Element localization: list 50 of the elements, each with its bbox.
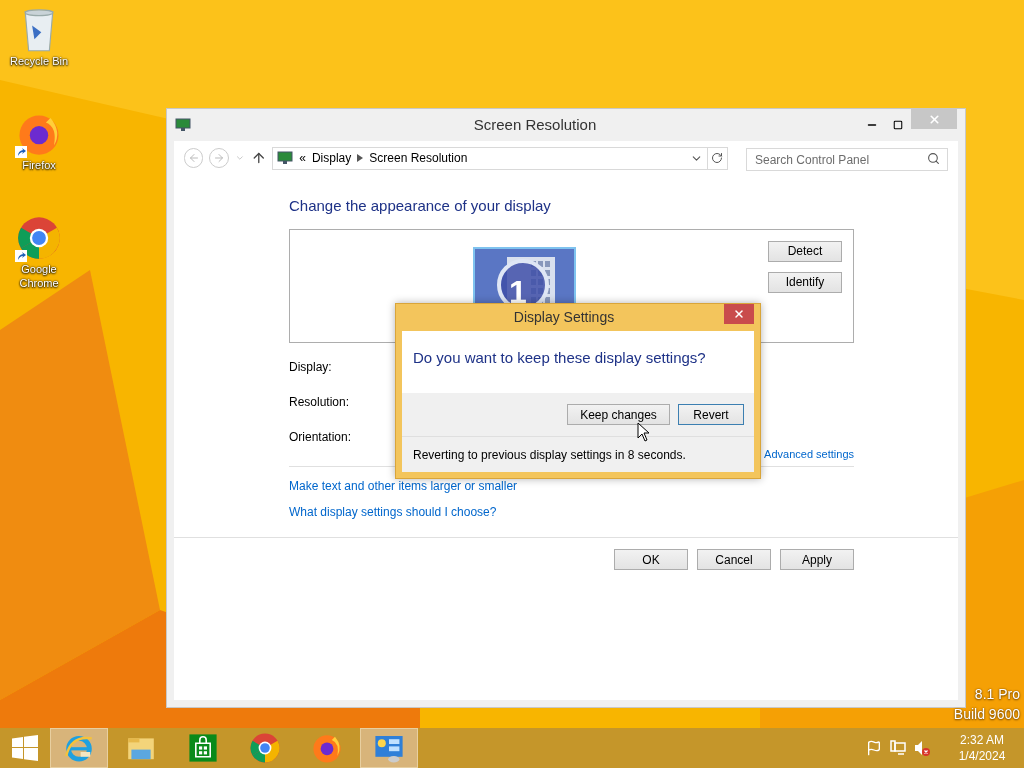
page-heading: Change the appearance of your display <box>289 196 552 216</box>
network-icon[interactable] <box>890 740 906 756</box>
mouse-cursor-icon <box>637 422 650 442</box>
taskbar-app-button[interactable] <box>360 728 418 768</box>
forward-arrow-icon <box>213 152 226 164</box>
windows-logo-icon <box>12 735 38 761</box>
monitor-app-icon <box>277 151 294 165</box>
footer-button[interactable]: Cancel <box>697 549 771 570</box>
dialog-title: Display Settings <box>513 308 615 327</box>
maximize-icon <box>893 120 903 130</box>
breadcrumb-item[interactable]: « <box>299 149 306 167</box>
refresh-icon <box>711 152 724 164</box>
search-field[interactable]: Search Control Panel <box>746 148 948 171</box>
history-dropdown-icon[interactable] <box>234 153 245 163</box>
refresh-button[interactable] <box>706 146 729 170</box>
advanced-settings-link[interactable]: Advanced settings <box>764 445 854 462</box>
taskbar-app-button[interactable] <box>50 728 108 768</box>
address-bar[interactable]: « Display Screen Resolution <box>272 146 708 170</box>
chrome-icon <box>249 732 281 764</box>
search-icon <box>927 151 940 165</box>
os-edition-text: Build 9600 <box>953 705 1020 724</box>
detect-button[interactable]: Detect <box>768 240 842 262</box>
countdown-text: Reverting to previous display settings in 8 seconds. <box>413 446 686 464</box>
window-title: Screen Resolution <box>472 114 598 135</box>
chrome-icon <box>16 215 62 261</box>
detect-button[interactable]: Identify <box>768 271 842 293</box>
breadcrumb-item[interactable]: Display <box>311 149 352 167</box>
back-arrow-icon <box>187 152 200 164</box>
close-icon <box>927 112 941 126</box>
dialog-question: Do you want to keep these display settings? <box>413 349 706 366</box>
help-link[interactable]: What display settings should I choose? <box>289 503 497 521</box>
dialog-button[interactable]: Revert <box>678 404 744 425</box>
close-icon <box>733 308 745 320</box>
firefox-icon <box>311 732 343 764</box>
dialog-button[interactable]: Keep changes <box>567 404 670 425</box>
close-button[interactable] <box>724 304 754 324</box>
store-bag-icon[interactable] <box>187 732 219 764</box>
flag-icon[interactable] <box>866 740 882 756</box>
field-label: Resolution: <box>289 393 350 411</box>
footer-button[interactable]: Apply <box>780 549 854 570</box>
field-label: Display: <box>289 358 332 376</box>
os-edition-text: 8.1 Pro <box>974 685 1020 704</box>
monitor-app-icon <box>175 118 191 132</box>
breadcrumb-item[interactable]: Screen Resolution <box>369 149 468 167</box>
monitor-number: 1 <box>509 272 527 311</box>
help-link[interactable]: Make text and other items larger or smaller <box>289 477 518 495</box>
breadcrumb-arrow-icon <box>357 154 364 162</box>
footer-button[interactable]: OK <box>614 549 688 570</box>
field-label: Orientation: <box>289 428 352 446</box>
speaker-muted-icon[interactable] <box>914 740 930 756</box>
